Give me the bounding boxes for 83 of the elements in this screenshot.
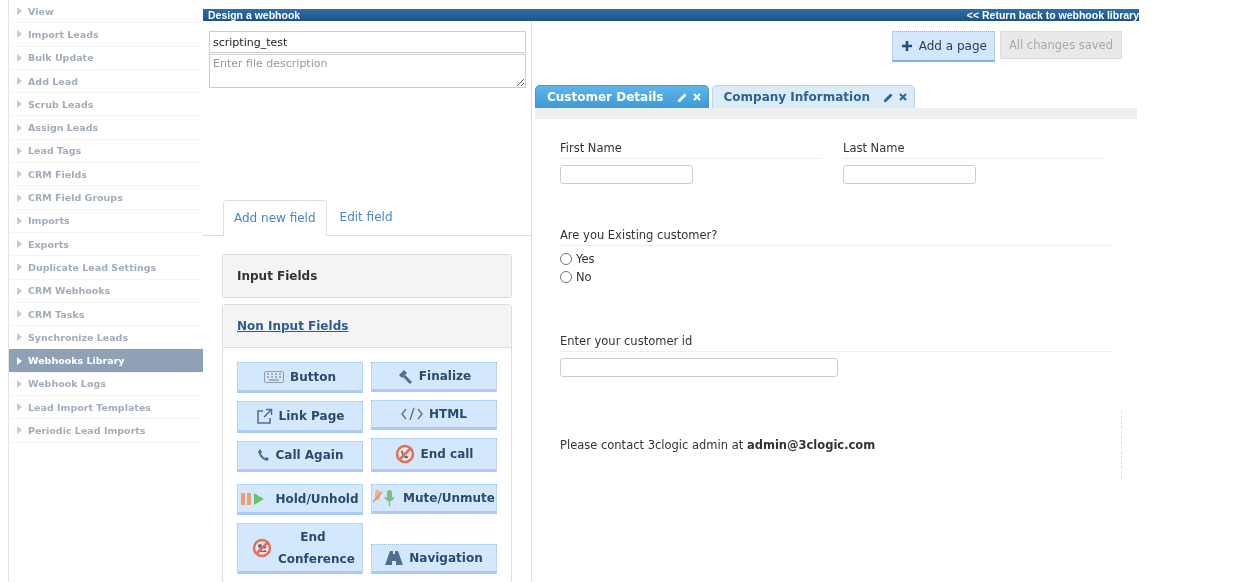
sidebar-item[interactable]: Periodic Lead Imports xyxy=(9,419,203,443)
sidebar-item[interactable]: Add Lead xyxy=(9,69,203,94)
tool-button[interactable]: End Conference xyxy=(237,523,363,574)
tool-button[interactable]: Call Again xyxy=(237,440,363,472)
add-page-button[interactable]: Add a page xyxy=(891,31,995,62)
tool-button[interactable]: HTML xyxy=(371,399,497,430)
sidebar-item[interactable]: Bulk Update xyxy=(9,46,203,70)
note-text: Please contact 3clogic admin at admin@3clogic.com xyxy=(560,438,876,452)
external-link-icon xyxy=(255,407,273,424)
sidebar-item[interactable]: Imports xyxy=(9,209,203,233)
field-label: Enter your customer id xyxy=(560,334,1112,352)
triangle-icon xyxy=(17,123,22,132)
field-tab[interactable]: Edit field xyxy=(328,200,404,235)
triangle-icon xyxy=(17,216,22,225)
return-link[interactable]: << Return back to webhook library xyxy=(966,9,1139,21)
triangle-icon xyxy=(17,7,22,16)
field-label: Are you Existing customer? xyxy=(560,228,1112,246)
triangle-icon xyxy=(17,77,22,86)
tool-button[interactable]: Finalize xyxy=(371,362,497,392)
sidebar-item[interactable]: Assign Leads xyxy=(9,116,203,140)
triangle-icon xyxy=(17,333,22,342)
text-field[interactable] xyxy=(560,165,693,184)
triangle-icon xyxy=(17,30,22,39)
triangle-icon xyxy=(17,240,22,249)
triangle-icon xyxy=(17,170,22,179)
description-field[interactable]: Enter file description xyxy=(209,54,526,88)
triangle-icon xyxy=(17,403,22,412)
sidebar-item[interactable]: Lead Tags xyxy=(9,139,203,164)
field-tab[interactable]: Add new field xyxy=(223,200,327,236)
text-field[interactable] xyxy=(843,165,976,184)
radio-button[interactable] xyxy=(560,271,572,283)
section-title[interactable]: Input Fields xyxy=(237,269,318,283)
sidebar-item[interactable]: CRM Field Groups xyxy=(9,186,203,210)
sidebar-item[interactable]: Webhooks Library xyxy=(9,349,203,373)
road-icon xyxy=(385,551,404,566)
text-field[interactable] xyxy=(560,358,838,377)
triangle-icon xyxy=(17,286,22,295)
triangle-icon xyxy=(17,310,22,318)
page-title: Design a webhook xyxy=(208,9,301,21)
section-title[interactable]: Non Input Fields xyxy=(237,319,349,333)
tool-button[interactable]: Navigation xyxy=(371,544,497,574)
triangle-icon xyxy=(17,426,22,435)
code-icon xyxy=(401,406,424,421)
no-phone-icon xyxy=(394,444,415,464)
tool-button[interactable]: End call xyxy=(371,437,497,473)
sidebar-item[interactable]: CRM Fields xyxy=(9,163,203,187)
triangle-icon xyxy=(17,53,22,62)
no-group-icon xyxy=(252,537,272,558)
tool-button[interactable]: Mute/Unmute xyxy=(371,484,497,515)
microphone-icon xyxy=(373,489,397,508)
close-icon xyxy=(692,93,701,101)
option-label: Yes xyxy=(576,252,595,266)
sidebar-item[interactable]: CRM Webhooks xyxy=(9,279,203,303)
tool-button[interactable]: Link Page xyxy=(237,401,363,433)
plus-icon xyxy=(901,41,912,51)
phone-icon xyxy=(256,448,270,463)
page-tab[interactable]: Customer Details xyxy=(535,85,709,108)
sidebar-item[interactable]: Lead Import Templates xyxy=(9,396,203,420)
field-label: Last Name xyxy=(843,141,1105,159)
sidebar-item[interactable]: Import Leads xyxy=(9,23,203,47)
sidebar-item[interactable]: Webhook Logs xyxy=(9,372,203,397)
option-label: No xyxy=(576,270,592,284)
field-label: First Name xyxy=(560,141,822,159)
pencil-icon xyxy=(882,91,894,103)
close-icon xyxy=(898,93,907,101)
triangle-icon xyxy=(17,193,22,202)
triangle-icon xyxy=(17,356,22,365)
page-tab[interactable]: Company Information xyxy=(711,85,915,108)
sidebar-item[interactable]: Scrub Leads xyxy=(9,93,203,117)
sidebar-item[interactable]: CRM Tasks xyxy=(9,302,203,327)
radio-button[interactable] xyxy=(560,253,572,265)
triangle-icon xyxy=(17,100,22,109)
triangle-icon xyxy=(17,379,22,388)
pencil-icon xyxy=(676,91,688,103)
triangle-icon xyxy=(17,146,22,155)
sidebar-item[interactable]: View xyxy=(9,0,203,24)
tool-button[interactable]: Hold/Unhold xyxy=(237,483,363,516)
file-name-field[interactable]: scripting_test xyxy=(209,31,526,53)
keyboard-icon xyxy=(264,370,284,383)
sidebar-item[interactable]: Duplicate Lead Settings xyxy=(9,256,203,280)
sidebar-item[interactable]: Exports xyxy=(9,232,203,257)
triangle-icon xyxy=(17,263,22,272)
tool-button[interactable]: Button xyxy=(237,362,363,394)
